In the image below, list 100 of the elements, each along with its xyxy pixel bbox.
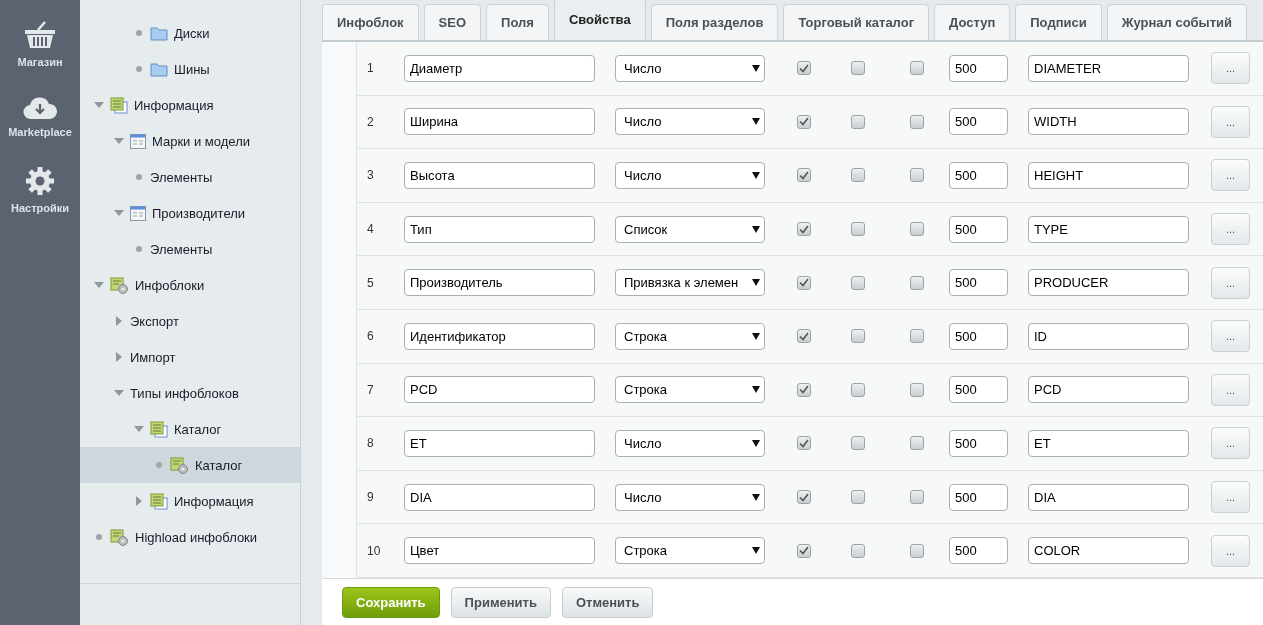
checkbox[interactable] (851, 436, 865, 451)
tab[interactable]: Поля разделов (650, 4, 779, 40)
tree-item[interactable]: Типы инфоблоков (80, 375, 300, 411)
name-field[interactable]: Производитель (404, 269, 595, 297)
tab[interactable]: Торговый каталог (783, 4, 930, 40)
checkbox[interactable] (851, 490, 865, 505)
code-field[interactable]: HEIGHT (1028, 162, 1189, 189)
code-field[interactable]: ET (1028, 429, 1189, 457)
more-button[interactable]: ... (1211, 159, 1250, 192)
code-field[interactable]: PRODUCER (1028, 269, 1189, 297)
type-select[interactable]: Строка (615, 376, 765, 404)
menu-item[interactable]: Настройки (10, 166, 69, 214)
tab[interactable]: Инфоблок (322, 4, 419, 40)
checkbox[interactable] (851, 222, 865, 237)
expanded-arrow-icon[interactable] (114, 388, 124, 398)
checkbox[interactable] (797, 61, 811, 76)
tree-item[interactable]: Каталог (80, 411, 300, 447)
more-button[interactable]: ... (1211, 213, 1250, 246)
tab[interactable]: Поля (486, 4, 549, 40)
checkbox[interactable] (910, 490, 924, 505)
tree-item[interactable]: Инфоблоки (80, 267, 300, 303)
name-field[interactable]: PCD (404, 376, 595, 404)
more-button[interactable]: ... (1211, 52, 1250, 85)
checkbox[interactable] (851, 329, 865, 344)
menu-item[interactable]: Магазин (17, 20, 63, 68)
checkbox[interactable] (851, 543, 865, 558)
checkbox[interactable] (851, 61, 865, 76)
checkbox[interactable] (910, 382, 924, 397)
tree-item[interactable]: Информация (80, 87, 300, 123)
name-field[interactable]: Идентификатор (404, 322, 595, 350)
checkbox[interactable] (797, 168, 811, 183)
menu-item[interactable]: Marketplace (8, 96, 72, 138)
code-field[interactable]: WIDTH (1028, 108, 1189, 136)
checkbox[interactable] (797, 436, 811, 451)
sort-field[interactable]: 500 (949, 108, 1008, 136)
type-select[interactable]: Число (615, 483, 765, 511)
expanded-arrow-icon[interactable] (134, 424, 144, 434)
tree-item[interactable]: Шины (80, 51, 300, 87)
checkbox[interactable] (797, 222, 811, 237)
code-field[interactable]: DIA (1028, 483, 1189, 511)
sort-field[interactable]: 500 (949, 483, 1008, 511)
sort-field[interactable]: 500 (949, 54, 1008, 82)
tree-item[interactable]: Диски (80, 15, 300, 51)
checkbox[interactable] (851, 275, 865, 290)
type-select[interactable]: Число (615, 429, 765, 457)
more-button[interactable]: ... (1211, 534, 1250, 567)
checkbox[interactable] (910, 114, 924, 129)
code-field[interactable]: COLOR (1028, 537, 1189, 565)
checkbox[interactable] (797, 275, 811, 290)
tree-item[interactable]: Экспорт (80, 303, 300, 339)
tree-item[interactable]: Производители (80, 195, 300, 231)
checkbox[interactable] (910, 61, 924, 76)
checkbox[interactable] (851, 382, 865, 397)
tab[interactable]: Журнал событий (1106, 4, 1248, 40)
checkbox[interactable] (910, 222, 924, 237)
more-button[interactable]: ... (1211, 105, 1250, 138)
tree-item[interactable]: Импорт (80, 339, 300, 375)
code-field[interactable]: TYPE (1028, 215, 1189, 243)
name-field[interactable]: DIA (404, 483, 595, 511)
type-select[interactable]: Число (615, 54, 765, 82)
checkbox[interactable] (910, 275, 924, 290)
name-field[interactable]: Диаметр (404, 54, 595, 82)
tree-item[interactable]: Элементы (80, 231, 300, 267)
expanded-arrow-icon[interactable] (114, 136, 124, 146)
name-field[interactable]: Тип (404, 215, 595, 243)
tab[interactable]: SEO (423, 4, 482, 40)
form-button[interactable]: Отменить (561, 586, 654, 618)
sort-field[interactable]: 500 (949, 215, 1008, 243)
more-button[interactable]: ... (1211, 427, 1250, 460)
tree-item[interactable]: Каталог (80, 447, 300, 483)
more-button[interactable]: ... (1211, 266, 1250, 299)
checkbox[interactable] (851, 114, 865, 129)
code-field[interactable]: DIAMETER (1028, 54, 1189, 82)
form-button[interactable]: Применить (450, 586, 551, 618)
expanded-arrow-icon[interactable] (114, 208, 124, 218)
sort-field[interactable]: 500 (949, 322, 1008, 350)
type-select[interactable]: Строка (615, 322, 765, 350)
checkbox[interactable] (910, 168, 924, 183)
type-select[interactable]: Строка (615, 537, 765, 565)
more-button[interactable]: ... (1211, 481, 1250, 514)
checkbox[interactable] (797, 543, 811, 558)
tree-item[interactable]: Марки и модели (80, 123, 300, 159)
checkbox[interactable] (797, 382, 811, 397)
sort-field[interactable]: 500 (949, 269, 1008, 297)
tab[interactable]: Свойства (553, 0, 646, 40)
more-button[interactable]: ... (1211, 373, 1250, 406)
code-field[interactable]: PCD (1028, 376, 1189, 404)
tab[interactable]: Подписи (1015, 4, 1102, 40)
name-field[interactable]: ET (404, 429, 595, 457)
collapsed-arrow-icon[interactable] (134, 496, 144, 506)
code-field[interactable]: ID (1028, 322, 1189, 350)
more-button[interactable]: ... (1211, 320, 1250, 353)
tree-item[interactable]: Информация (80, 483, 300, 519)
expanded-arrow-icon[interactable] (94, 280, 104, 290)
checkbox[interactable] (797, 114, 811, 129)
tree-item[interactable]: Элементы (80, 159, 300, 195)
name-field[interactable]: Высота (404, 162, 595, 189)
collapsed-arrow-icon[interactable] (114, 352, 124, 362)
tree-item[interactable]: Highload инфоблоки (80, 519, 300, 555)
sort-field[interactable]: 500 (949, 429, 1008, 457)
